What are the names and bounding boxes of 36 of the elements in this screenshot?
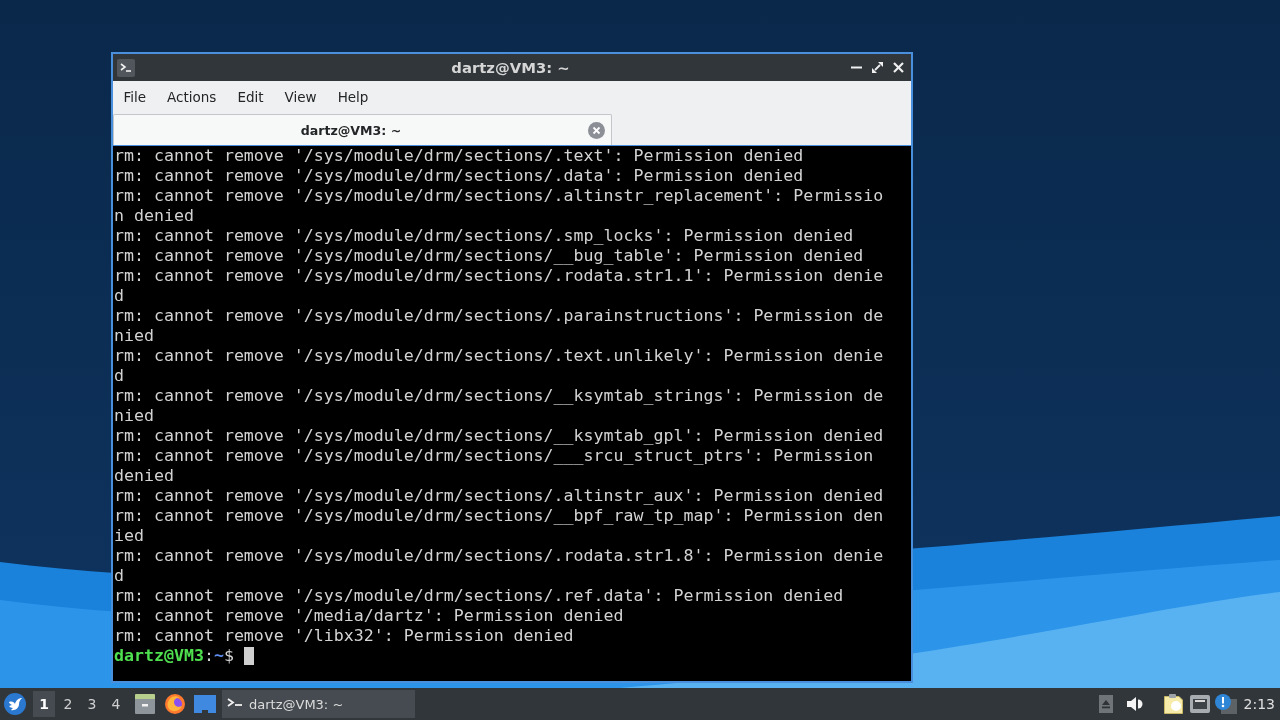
terminal-output-line: rm: cannot remove '/sys/module/drm/sections/.data': Permission denied [114, 166, 804, 186]
terminal-output-line: rm: cannot remove '/libx32': Permission denied [114, 626, 574, 646]
menu-item[interactable]: Edit [226, 83, 275, 110]
terminal-output-line: rm: cannot remove '/sys/module/drm/sections/.smp_locks': Permission denied [114, 226, 854, 246]
network-port-icon[interactable] [1189, 695, 1210, 713]
terminal-output-line: rm: cannot remove '/sys/module/drm/sections/.text': Permission denied [114, 146, 804, 166]
window-title: dartz@VM3: ~ [451, 59, 570, 76]
clipboard-icon[interactable] [1163, 694, 1183, 714]
workspace-button[interactable]: 2 [57, 691, 79, 717]
menu-item[interactable]: Help [327, 83, 379, 110]
speaker-icon[interactable] [1126, 696, 1144, 712]
eject-icon[interactable] [1098, 695, 1113, 713]
menu-item[interactable]: Actions [156, 83, 227, 110]
shell-prompt: dartz@VM3:~$ [114, 646, 234, 666]
workspace-button[interactable]: 3 [81, 691, 103, 717]
workspace-button[interactable]: 4 [105, 691, 127, 717]
fox-globe-icon[interactable] [165, 694, 185, 714]
terminal-output-line: rm: cannot remove '/sys/module/drm/sections/__bug_table': Permission denied [114, 246, 864, 266]
terminal-output-line: rm: cannot remove '/sys/module/drm/sections/.ref.data': Permission denied [114, 586, 844, 606]
taskbar-task-button[interactable]: dartz@VM3: ~ [222, 690, 415, 718]
terminal-output-line: rm: cannot remove '/sys/module/drm/sections/__ksymtab_gpl': Permission denied [114, 426, 884, 446]
drawer-icon[interactable] [135, 694, 155, 714]
terminal-tab[interactable]: dartz@VM3: ~ [113, 114, 612, 145]
workspace-button[interactable]: 1 [33, 691, 55, 717]
terminal-output-line: rm: cannot remove '/sys/module/drm/sections/.altinstr_aux': Permission denied [114, 486, 884, 506]
close-icon[interactable] [893, 62, 904, 73]
terminal-icon [117, 58, 135, 77]
maximize-icon[interactable] [872, 62, 883, 73]
terminal-output-line: rm: cannot remove '/media/dartz': Permission denied [114, 606, 624, 626]
text-cursor [243, 647, 254, 665]
clock-text[interactable]: 2:13 [1243, 696, 1275, 712]
monitor-icon[interactable] [194, 695, 216, 713]
bird-icon[interactable] [4, 693, 26, 715]
menu-item[interactable]: File [113, 83, 157, 110]
alert-icon[interactable] [1214, 694, 1237, 714]
menu-item[interactable]: View [274, 83, 328, 110]
